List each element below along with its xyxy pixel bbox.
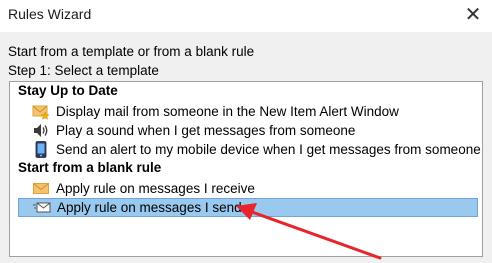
dialog-body: Start from a template or from a blank ru… bbox=[0, 32, 492, 263]
window-title: Rules Wizard bbox=[8, 6, 92, 22]
title-bar: Rules Wizard ✕ bbox=[0, 0, 492, 32]
template-prompt: Start from a template or from a blank ru… bbox=[8, 44, 255, 59]
group-header-stay-up-to-date: Stay Up to Date bbox=[18, 83, 118, 98]
sent-envelope-icon bbox=[33, 199, 51, 216]
template-item-new-item-alert[interactable]: Display mail from someone in the New Ite… bbox=[18, 102, 478, 121]
template-item-label: Apply rule on messages I receive bbox=[56, 181, 255, 196]
template-list[interactable]: Stay Up to Date Display mail from someon… bbox=[9, 81, 483, 257]
step-label: Step 1: Select a template bbox=[8, 63, 159, 78]
template-item-messages-send[interactable]: Apply rule on messages I send bbox=[18, 198, 478, 217]
close-icon[interactable]: ✕ bbox=[460, 2, 486, 28]
mobile-phone-icon bbox=[32, 141, 50, 158]
template-item-label: Display mail from someone in the New Ite… bbox=[56, 104, 399, 119]
template-item-label: Play a sound when I get messages from so… bbox=[56, 123, 356, 138]
template-item-mobile-alert[interactable]: Send an alert to my mobile device when I… bbox=[18, 140, 481, 159]
template-item-messages-receive[interactable]: Apply rule on messages I receive bbox=[18, 179, 478, 198]
envelope-star-icon bbox=[32, 103, 50, 120]
template-item-label: Apply rule on messages I send bbox=[57, 200, 242, 215]
group-header-blank-rule: Start from a blank rule bbox=[18, 160, 162, 175]
envelope-icon bbox=[32, 180, 50, 197]
template-item-label: Send an alert to my mobile device when I… bbox=[56, 142, 481, 157]
speaker-icon bbox=[32, 122, 50, 139]
template-item-play-sound[interactable]: Play a sound when I get messages from so… bbox=[18, 121, 478, 140]
